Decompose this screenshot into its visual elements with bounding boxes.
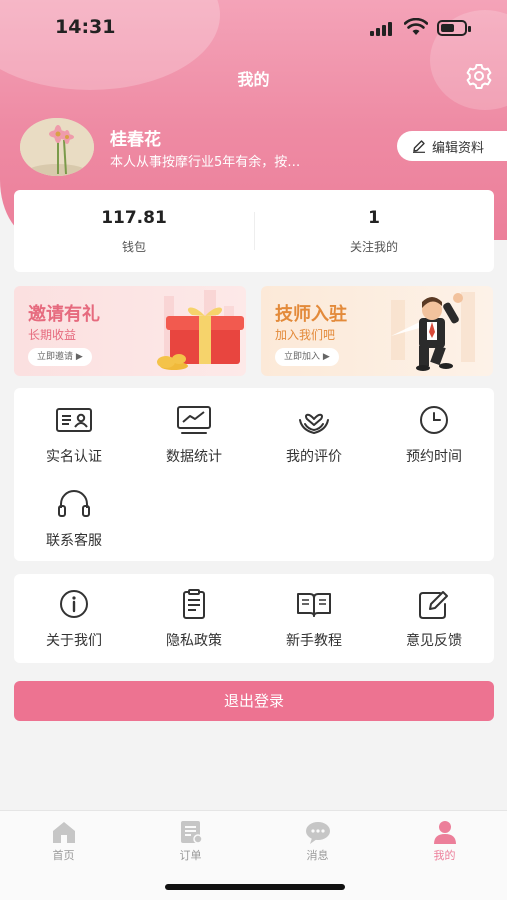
clock-icon (420, 406, 448, 434)
headset-icon (58, 490, 90, 517)
info-icon (60, 590, 88, 618)
stats-card: 117.81 钱包 1 关注我的 (14, 190, 494, 272)
profile-bio: 本人从事按摩行业5年有余，按… (110, 155, 301, 170)
grid-item-privacy[interactable]: 隐私政策 (134, 588, 254, 650)
document-icon (183, 589, 205, 619)
status-bar: 14:31 (0, 0, 507, 52)
info-grid: 关于我们 隐私政策 新手教程 意见反馈 (14, 574, 494, 663)
join-banner[interactable]: 技师入驻 加入我们吧 立即加入 ▶ (261, 286, 493, 376)
tab-home[interactable]: 首页 (0, 819, 127, 863)
tab-messages[interactable]: 消息 (254, 819, 381, 863)
profile-name: 桂春花 (110, 130, 161, 150)
wallet-value: 117.81 (101, 208, 167, 228)
gear-icon[interactable] (465, 62, 493, 90)
home-indicator[interactable] (165, 884, 345, 890)
page-title: 我的 (237, 70, 270, 89)
cellular-signal-icon (370, 22, 396, 36)
followers-value: 1 (368, 208, 380, 228)
logout-button[interactable]: 退出登录 (14, 681, 494, 721)
grid-label: 新手教程 (286, 633, 342, 649)
grid-label: 实名认证 (46, 449, 102, 465)
followers-stat[interactable]: 1 关注我的 (254, 208, 494, 255)
grid-item-about[interactable]: 关于我们 (14, 588, 134, 650)
tab-label: 首页 (52, 849, 75, 862)
wallet-stat[interactable]: 117.81 钱包 (14, 208, 254, 255)
grid-label: 预约时间 (406, 449, 462, 465)
tab-label: 订单 (179, 849, 202, 862)
avatar[interactable] (20, 118, 94, 176)
pencil-icon (413, 140, 425, 153)
order-icon (180, 821, 203, 844)
book-icon (297, 593, 331, 617)
edit-profile-button[interactable]: 编辑资料 (397, 131, 507, 161)
status-time: 14:31 (55, 16, 116, 38)
user-icon (433, 821, 456, 844)
grid-item-schedule[interactable]: 预约时间 (374, 404, 494, 466)
tab-profile[interactable]: 我的 (381, 819, 507, 863)
heart-hands-icon (299, 413, 329, 435)
wallet-label: 钱包 (121, 240, 146, 254)
tab-label: 消息 (306, 849, 329, 862)
invite-now-button[interactable]: 立即邀请 ▶ (28, 348, 92, 366)
grid-item-verification[interactable]: 实名认证 (14, 404, 134, 466)
invite-title: 邀请有礼 (28, 304, 100, 325)
grid-label: 我的评价 (286, 449, 342, 465)
invite-banner[interactable]: 邀请有礼 长期收益 立即邀请 ▶ (14, 286, 246, 376)
battery-icon (437, 20, 471, 36)
grid-item-tutorial[interactable]: 新手教程 (254, 588, 374, 650)
grid-item-customer-service[interactable]: 联系客服 (14, 488, 134, 550)
join-now-button[interactable]: 立即加入 ▶ (275, 348, 339, 366)
edit-icon (419, 591, 448, 619)
join-title: 技师入驻 (275, 304, 347, 325)
wifi-icon (404, 18, 428, 35)
invite-subtitle: 长期收益 (28, 328, 77, 342)
grid-label: 联系客服 (46, 533, 102, 549)
grid-label: 意见反馈 (406, 633, 462, 649)
grid-label: 隐私政策 (166, 633, 222, 649)
message-icon (305, 822, 330, 844)
grid-item-reviews[interactable]: 我的评价 (254, 404, 374, 466)
function-grid: 实名认证 数据统计 我的评价 预约时间 联系客服 (14, 388, 494, 561)
join-subtitle: 加入我们吧 (275, 328, 336, 342)
grid-item-statistics[interactable]: 数据统计 (134, 404, 254, 466)
grid-label: 关于我们 (46, 633, 102, 649)
followers-label: 关注我的 (349, 240, 398, 254)
edit-profile-label: 编辑资料 (432, 140, 485, 156)
id-card-icon (56, 408, 92, 432)
tab-orders[interactable]: 订单 (127, 819, 254, 863)
tab-label: 我的 (433, 849, 456, 862)
home-icon (52, 822, 75, 843)
grid-label: 数据统计 (166, 449, 222, 465)
grid-item-feedback[interactable]: 意见反馈 (374, 588, 494, 650)
chart-monitor-icon (177, 406, 211, 434)
